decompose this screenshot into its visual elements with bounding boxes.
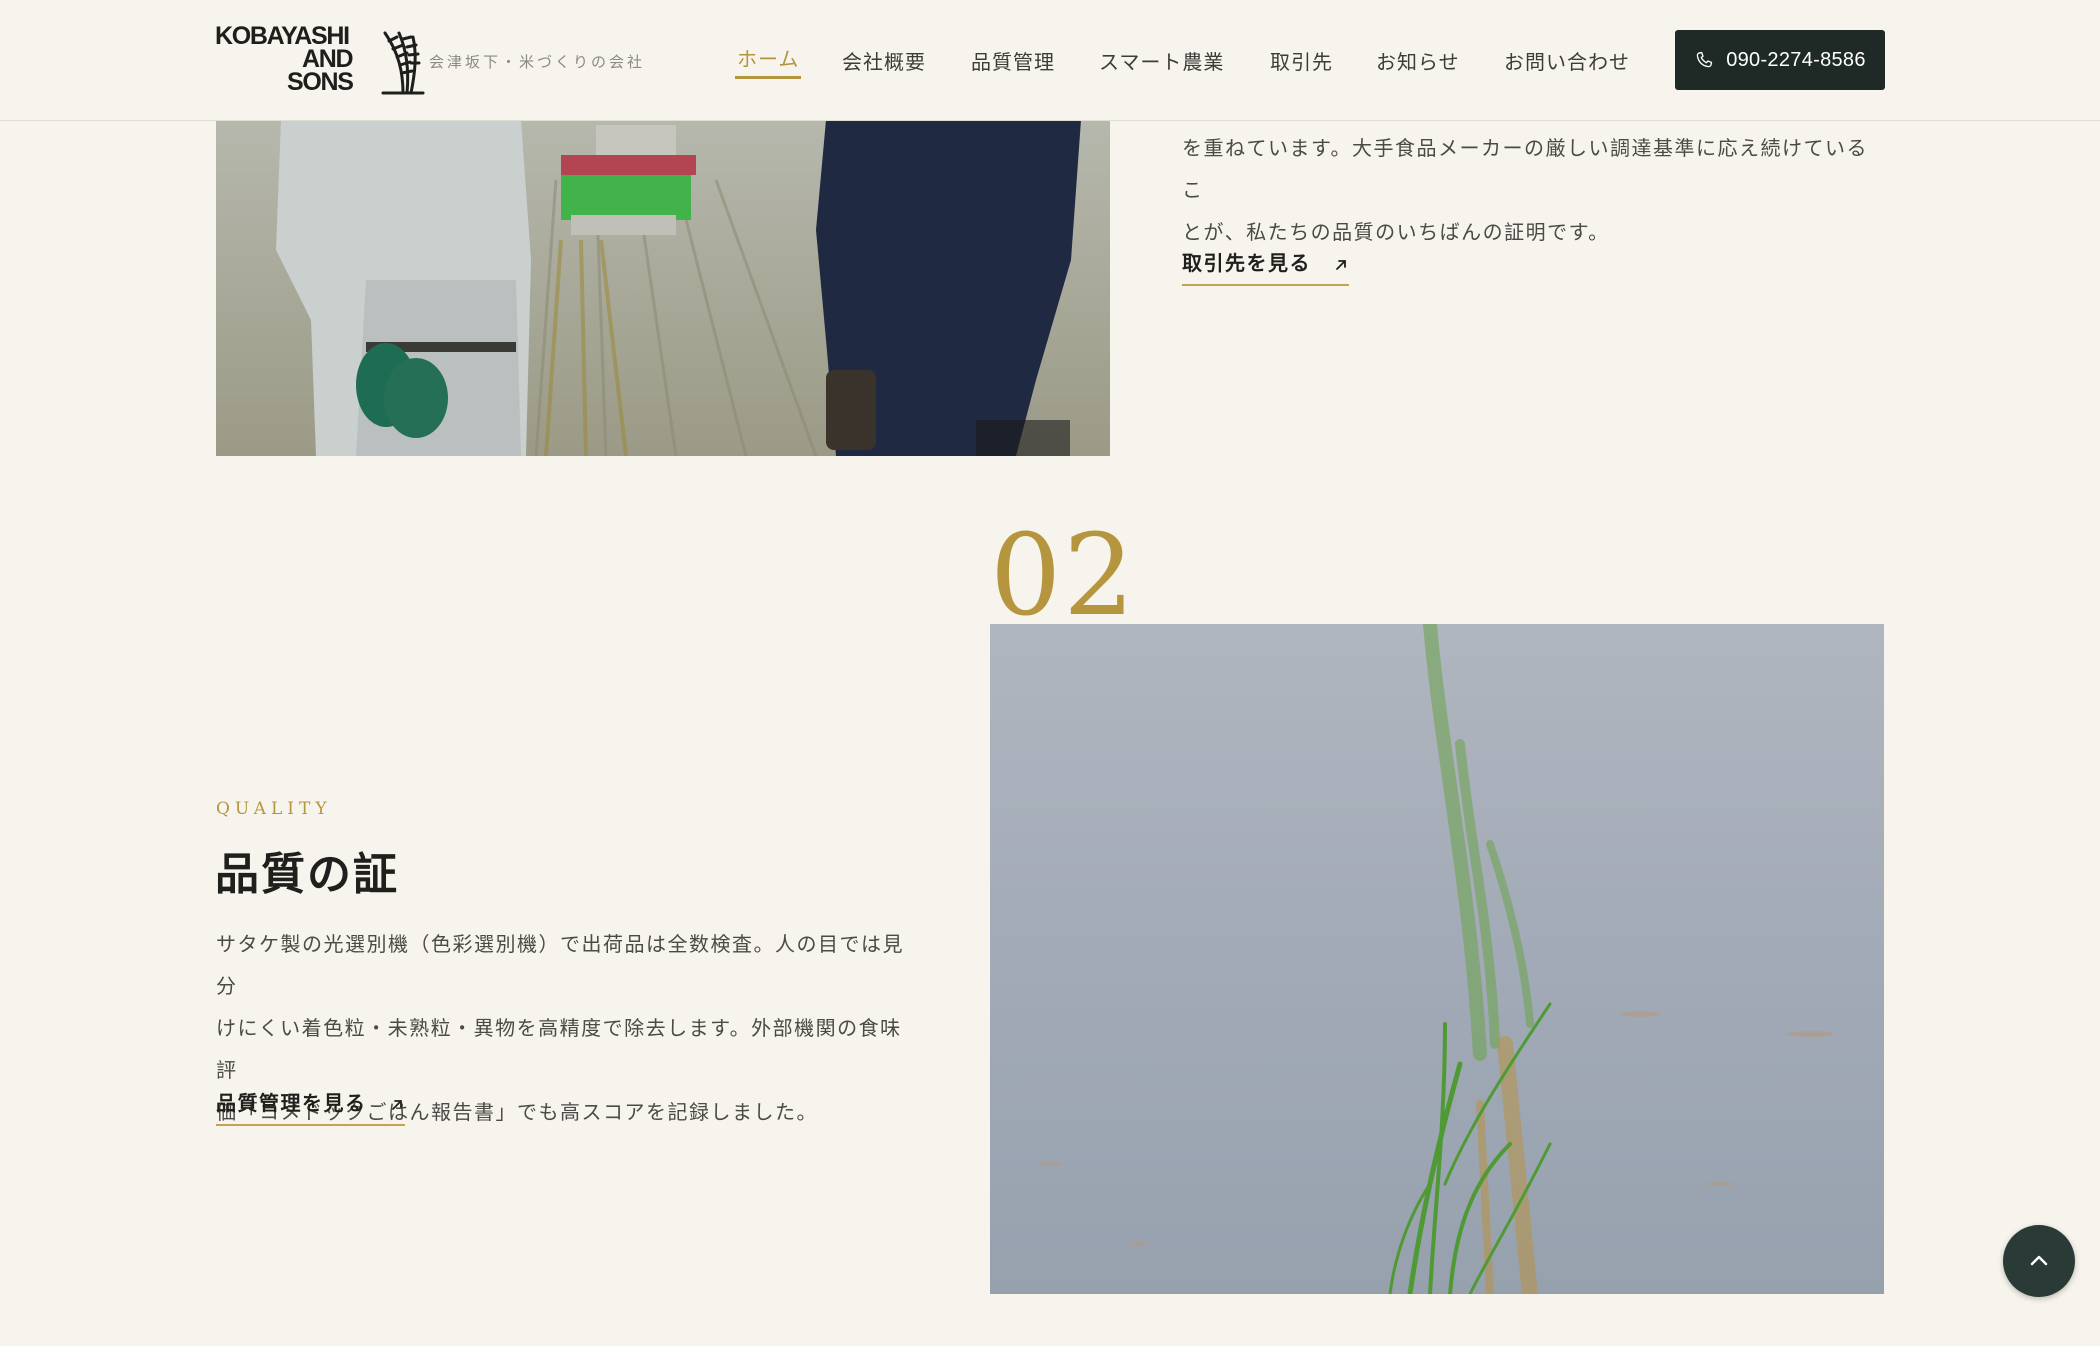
section-01-description: を重ねています。大手食品メーカーの厳しい調達基準に応え続けているこ とが、私たち…	[1182, 127, 1887, 253]
nav-item-news[interactable]: お知らせ	[1376, 46, 1460, 75]
rice-seedling-illustration	[990, 624, 1884, 1294]
nav-item-home[interactable]: ホーム	[737, 43, 799, 72]
nav-item-smart-farming[interactable]: スマート農業	[1099, 46, 1224, 75]
brand-logo[interactable]: KOBAYASHI AND SONS	[215, 24, 425, 95]
workers-in-rice-field-photo	[216, 120, 1110, 456]
link-label: 取引先を見る	[1182, 251, 1311, 275]
view-quality-control-link[interactable]: 品質管理を見る	[216, 1087, 405, 1126]
section-title: 品質の証	[215, 849, 399, 900]
link-label: 品質管理を見る	[216, 1091, 367, 1115]
text-line: けにくい着色粒・未熟粒・異物を高精度で除去します。外部機関の食味評	[216, 1016, 902, 1082]
company-tagline: 会津坂下・米づくりの会社	[429, 53, 646, 71]
phone-call-button[interactable]: 090-2274-8586	[1675, 30, 1885, 90]
phone-number: 090-2274-8586	[1726, 48, 1866, 71]
section-number: 02	[990, 511, 1137, 641]
workers-photo-illustration	[216, 120, 1110, 456]
rice-seedling-in-water-photo	[990, 624, 1884, 1294]
nav-item-company[interactable]: 会社概要	[842, 46, 926, 75]
site-header: KOBAYASHI AND SONS 会津坂下・米づくりの会社 ホーム 会社概要	[0, 0, 2100, 121]
page: KOBAYASHI AND SONS 会津坂下・米づくりの会社 ホーム 会社概要	[0, 0, 2100, 1346]
phone-icon	[1696, 51, 1713, 68]
arrow-up-right-icon	[1336, 259, 1347, 270]
view-clients-link[interactable]: 取引先を見る	[1182, 247, 1350, 286]
back-to-top-button[interactable]	[2003, 1225, 2075, 1297]
text-line: を重ねています。大手食品メーカーの厳しい調達基準に応え続けているこ	[1182, 136, 1868, 202]
chevron-up-icon	[2030, 1255, 2048, 1266]
nav-active-underline	[735, 76, 801, 79]
text-line: サタケ製の光選別機（色彩選別機）で出荷品は全数検査。人の目では見分	[216, 932, 904, 998]
section-eyebrow: QUALITY	[216, 799, 332, 819]
rice-ear-logo-icon	[381, 31, 425, 95]
nav-item-clients[interactable]: 取引先	[1270, 46, 1333, 75]
arrow-up-right-icon	[392, 1099, 402, 1110]
nav-item-contact[interactable]: お問い合わせ	[1504, 46, 1630, 75]
nav-item-quality[interactable]: 品質管理	[971, 46, 1055, 75]
